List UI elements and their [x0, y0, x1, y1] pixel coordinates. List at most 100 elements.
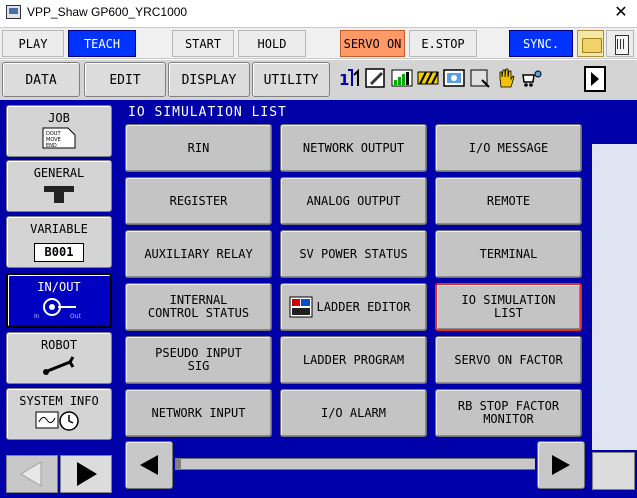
- sidebar-nav: [6, 455, 112, 493]
- svg-text:1: 1: [339, 71, 349, 89]
- menu-item-label: RB STOP FACTOR MONITOR: [457, 399, 560, 426]
- window-title: VPP_Shaw GP600_YRC1000: [27, 5, 188, 19]
- menu-item-register[interactable]: REGISTER: [125, 177, 272, 225]
- menu-item-rin[interactable]: RIN: [125, 124, 272, 172]
- hand-stop-icon[interactable]: [494, 64, 518, 92]
- menu-item-label: PSEUDO INPUT SIG: [155, 346, 242, 373]
- svg-text:In: In: [34, 313, 40, 319]
- svg-text:Out: Out: [70, 313, 82, 319]
- teach-screen-icon[interactable]: [442, 64, 466, 92]
- menu-item-auxiliary-relay[interactable]: AUXILIARY RELAY: [125, 230, 272, 278]
- menu-item-analog-output[interactable]: ANALOG OUTPUT: [280, 177, 427, 225]
- sd-card-icon[interactable]: [606, 30, 634, 57]
- folder-icon[interactable]: [577, 30, 604, 57]
- menu-item-label: REMOTE: [486, 193, 531, 208]
- menu-item-servo-on-factor[interactable]: SERVO ON FACTOR: [435, 336, 582, 384]
- mode-toolbar: PLAY TEACH START HOLD SERVO ON E.STOP SY…: [0, 27, 637, 59]
- right-strip: [592, 120, 637, 450]
- menu-item-label: AUXILIARY RELAY: [144, 246, 253, 261]
- hold-button[interactable]: HOLD: [238, 30, 306, 57]
- status-icon-bar: 1: [338, 64, 544, 96]
- menu-item-i-o-alarm[interactable]: I/O ALARM: [280, 389, 427, 437]
- svg-text:END: END: [46, 143, 57, 149]
- scroll-track[interactable]: [175, 458, 535, 470]
- axis-12-icon[interactable]: 1: [338, 64, 362, 92]
- menu-item-label: ANALOG OUTPUT: [306, 193, 401, 208]
- ladder-icon: [289, 296, 313, 318]
- menu-edit[interactable]: EDIT: [84, 62, 166, 97]
- menu-item-internal-control-status[interactable]: INTERNAL CONTROL STATUS: [125, 283, 272, 331]
- scroll-left-button[interactable]: [125, 441, 173, 489]
- menu-item-io-simulation-list[interactable]: IO SIMULATION LIST: [435, 283, 582, 331]
- close-button[interactable]: ✕: [608, 1, 634, 23]
- sidebar-item-label: VARIABLE: [30, 222, 88, 236]
- menu-item-label: I/O ALARM: [320, 405, 387, 420]
- hazard-stripes-icon[interactable]: [416, 64, 440, 92]
- sync-button[interactable]: SYNC.: [509, 30, 573, 57]
- app-icon: [6, 5, 21, 19]
- menu-item-ladder-editor[interactable]: LADDER EDITOR: [280, 283, 427, 331]
- menu-item-ladder-program[interactable]: LADDER PROGRAM: [280, 336, 427, 384]
- scroll-right-button[interactable]: [537, 441, 585, 489]
- sidebar-item-variable[interactable]: VARIABLE B001: [6, 216, 112, 268]
- main-menu: DATA EDIT DISPLAY UTILITY 1: [0, 60, 637, 100]
- scroll-thumb[interactable]: [175, 458, 181, 470]
- menu-item-label: RIN: [187, 140, 210, 155]
- edit-pencil-icon[interactable]: [364, 64, 388, 92]
- program-icon[interactable]: [468, 64, 492, 92]
- menu-item-label: INTERNAL CONTROL STATUS: [147, 293, 250, 320]
- security-cart-icon[interactable]: [520, 64, 544, 92]
- clamp-icon: [43, 184, 75, 207]
- sidebar-item-robot[interactable]: ROBOT: [6, 332, 112, 384]
- clock-monitor-icon: [34, 408, 84, 435]
- menu-item-remote[interactable]: REMOTE: [435, 177, 582, 225]
- job-icon: DOUT MOVE END: [42, 127, 76, 152]
- sidebar-item-label: ROBOT: [40, 338, 78, 352]
- level-bars-icon[interactable]: [390, 64, 414, 92]
- menu-item-i-o-message[interactable]: I/O MESSAGE: [435, 124, 582, 172]
- menu-item-terminal[interactable]: TERMINAL: [435, 230, 582, 278]
- menu-item-label: LADDER PROGRAM: [302, 352, 405, 367]
- start-button[interactable]: START: [172, 30, 234, 57]
- menu-item-network-input[interactable]: NETWORK INPUT: [125, 389, 272, 437]
- right-strip-header: [592, 120, 637, 144]
- sidebar-next-button[interactable]: [60, 455, 112, 493]
- play-button[interactable]: PLAY: [2, 30, 64, 57]
- menu-utility[interactable]: UTILITY: [252, 62, 330, 97]
- variable-badge: B001: [34, 243, 84, 262]
- teach-button[interactable]: TEACH: [68, 30, 136, 57]
- menu-item-label: SV POWER STATUS: [299, 246, 408, 261]
- menu-item-rb-stop-factor-monitor[interactable]: RB STOP FACTOR MONITOR: [435, 389, 582, 437]
- sidebar-item-label: IN/OUT: [37, 280, 81, 294]
- menu-item-label: LADDER EDITOR: [316, 299, 411, 314]
- menu-item-label: REGISTER: [169, 193, 228, 208]
- panel-header: IO SIMULATION LIST: [118, 100, 637, 120]
- menu-item-pseudo-input-sig[interactable]: PSEUDO INPUT SIG: [125, 336, 272, 384]
- menu-item-label: I/O MESSAGE: [468, 140, 549, 155]
- menu-item-label: NETWORK OUTPUT: [302, 140, 405, 155]
- sidebar-item-label: SYSTEM INFO: [19, 394, 99, 408]
- sidebar-item-inout[interactable]: IN/OUT In Out: [6, 273, 112, 328]
- menu-data[interactable]: DATA: [2, 62, 80, 97]
- servo-on-button[interactable]: SERVO ON: [340, 30, 405, 57]
- page-forward-icon[interactable]: [580, 64, 610, 94]
- sidebar: JOB DOUT MOVE END GENERAL VARIABLE B001 IN…: [0, 100, 118, 498]
- sidebar-prev-button[interactable]: [6, 455, 58, 493]
- panel-title: IO SIMULATION LIST: [128, 105, 287, 120]
- sidebar-item-job[interactable]: JOB DOUT MOVE END: [6, 105, 112, 157]
- menu-item-label: IO SIMULATION LIST: [461, 293, 556, 320]
- io-plug-icon: In Out: [32, 295, 86, 322]
- estop-button[interactable]: E.STOP: [409, 30, 477, 57]
- sidebar-item-system-info[interactable]: SYSTEM INFO: [6, 388, 112, 440]
- sidebar-item-label: JOB: [48, 111, 70, 125]
- bottom-right-button[interactable]: [592, 452, 635, 490]
- menu-item-network-output[interactable]: NETWORK OUTPUT: [280, 124, 427, 172]
- robot-arm-icon: [42, 354, 76, 379]
- menu-item-label: NETWORK INPUT: [151, 405, 246, 420]
- menu-item-label: SERVO ON FACTOR: [454, 352, 563, 367]
- sidebar-item-label: GENERAL: [33, 166, 85, 180]
- title-bar: VPP_Shaw GP600_YRC1000 ✕: [0, 0, 637, 25]
- menu-item-sv-power-status[interactable]: SV POWER STATUS: [280, 230, 427, 278]
- sidebar-item-general[interactable]: GENERAL: [6, 160, 112, 212]
- menu-display[interactable]: DISPLAY: [168, 62, 250, 97]
